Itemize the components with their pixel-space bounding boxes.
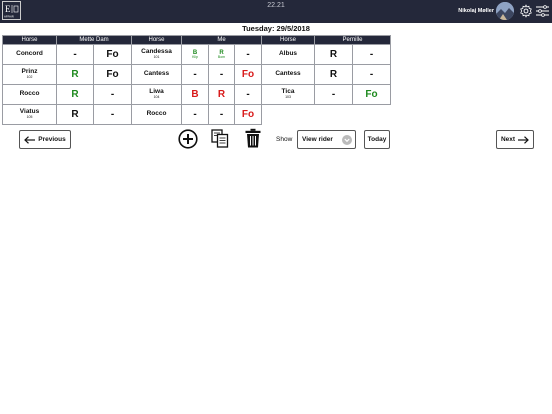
table-row: Viatus 105 R - xyxy=(2,104,132,125)
horse-cell[interactable]: Rocco xyxy=(131,104,182,125)
horse-column-header: Horse xyxy=(2,35,57,45)
horse-cell[interactable]: Tica 103 xyxy=(261,84,315,105)
activity-cell[interactable]: - xyxy=(233,44,263,65)
rider-group-mette-dam: Horse Mette Dam Concord - Fo Prinz 102 R … xyxy=(2,35,132,125)
activity-cell[interactable]: - xyxy=(233,84,263,105)
activity-cell[interactable]: - xyxy=(351,44,392,65)
activity-cell[interactable]: - xyxy=(93,84,132,105)
activity-cell[interactable]: B Klip xyxy=(181,44,209,65)
activity-cell[interactable]: R xyxy=(56,84,94,105)
user-name[interactable]: Nikolaj Møller xyxy=(458,8,494,14)
horse-cell[interactable]: Cantess xyxy=(261,64,315,85)
view-select[interactable]: View rider xyxy=(297,130,356,149)
rider-group-pernille: Horse Pernille Albus R - Cantess R - Tic… xyxy=(261,35,392,105)
activity-cell[interactable]: R xyxy=(208,84,235,105)
today-button[interactable]: Today xyxy=(364,130,390,149)
table-row: Albus R - xyxy=(261,44,392,65)
table-row: Rocco R - xyxy=(2,84,132,105)
table-row: Rocco - - Fo xyxy=(131,104,263,125)
horse-cell[interactable]: Concord xyxy=(2,44,57,65)
add-icon[interactable] xyxy=(178,129,198,149)
avatar[interactable] xyxy=(496,2,514,20)
table-row: Concord - Fo xyxy=(2,44,132,65)
horse-cell[interactable]: Albus xyxy=(261,44,315,65)
show-label: Show xyxy=(276,136,293,143)
arrow-left-icon xyxy=(24,135,36,144)
activity-cell[interactable]: R xyxy=(56,104,94,125)
date-title: Tuesday: 29/5/2018 xyxy=(242,24,310,33)
horse-column-header: Horse xyxy=(131,35,182,45)
trash-icon[interactable] xyxy=(245,128,261,148)
activity-cell[interactable]: - xyxy=(93,104,132,125)
next-button[interactable]: Next xyxy=(496,130,534,149)
horse-number: 103 xyxy=(285,95,291,100)
view-select-value: View rider xyxy=(302,136,333,143)
activity-cell[interactable]: Fo xyxy=(93,44,132,65)
today-label: Today xyxy=(367,136,387,143)
table-row: Liwa 104 B R - xyxy=(131,84,263,105)
horse-number: 102 xyxy=(26,75,33,80)
table-row: Cantess - - Fo xyxy=(131,64,263,85)
horse-number: 105 xyxy=(26,115,33,120)
activity-cell[interactable]: Fo xyxy=(351,84,392,105)
activity-cell[interactable]: Fo xyxy=(233,104,263,125)
activity-cell[interactable]: - xyxy=(351,64,392,85)
activity-cell[interactable]: R xyxy=(314,44,353,65)
activity-cell[interactable]: - xyxy=(314,84,353,105)
activity-cell[interactable]: B xyxy=(181,84,209,105)
rider-group-me: Horse Me Candessa 101 B Klip R Bom - Cantes… xyxy=(131,35,263,125)
horse-cell[interactable]: Rocco xyxy=(2,84,57,105)
activity-cell[interactable]: - xyxy=(208,104,235,125)
activity-cell[interactable]: - xyxy=(208,64,235,85)
activity-cell[interactable]: R xyxy=(314,64,353,85)
table-row: Cantess R - xyxy=(261,64,392,85)
horse-column-header: Horse xyxy=(261,35,315,45)
table-row: Tica 103 - Fo xyxy=(261,84,392,105)
activity-cell[interactable]: - xyxy=(181,64,209,85)
activity-cell[interactable]: R Bom xyxy=(208,44,235,65)
activity-cell[interactable]: Fo xyxy=(93,64,132,85)
rider-column-header[interactable]: Pernille xyxy=(313,35,392,45)
horse-cell[interactable]: Cantess xyxy=(131,64,182,85)
activity-cell[interactable]: R xyxy=(56,64,94,85)
horse-cell[interactable]: Viatus 105 xyxy=(2,104,57,125)
activity-note: Klip xyxy=(192,54,198,59)
gear-icon[interactable] xyxy=(519,4,533,18)
previous-label: Previous xyxy=(38,136,66,143)
top-bar: E AFFAIR 22.21 Nikolaj Møller xyxy=(0,0,552,23)
horse-cell[interactable]: Candessa 101 xyxy=(131,44,182,65)
activity-cell[interactable]: Fo xyxy=(233,64,263,85)
horse-number: 104 xyxy=(153,95,160,100)
table-row: Prinz 102 R Fo xyxy=(2,64,132,85)
activity-cell[interactable]: - xyxy=(56,44,94,65)
horse-cell[interactable]: Liwa 104 xyxy=(131,84,182,105)
chevron-down-icon xyxy=(342,135,352,145)
next-label: Next xyxy=(500,136,516,143)
table-row: Candessa 101 B Klip R Bom - xyxy=(131,44,263,65)
horse-cell[interactable]: Prinz 102 xyxy=(2,64,57,85)
previous-button[interactable]: Previous xyxy=(19,130,71,149)
activity-cell[interactable]: - xyxy=(181,104,209,125)
svg-text:AFFAIR: AFFAIR xyxy=(4,15,14,19)
copy-icon[interactable] xyxy=(211,129,229,148)
horse-number: 101 xyxy=(153,55,160,60)
filter-sliders-icon[interactable] xyxy=(536,5,549,17)
arrow-right-icon xyxy=(518,135,529,144)
rider-column-header[interactable]: Mette Dam xyxy=(56,35,132,45)
activity-note: Bom xyxy=(217,54,226,59)
rider-column-header[interactable]: Me xyxy=(180,35,263,45)
